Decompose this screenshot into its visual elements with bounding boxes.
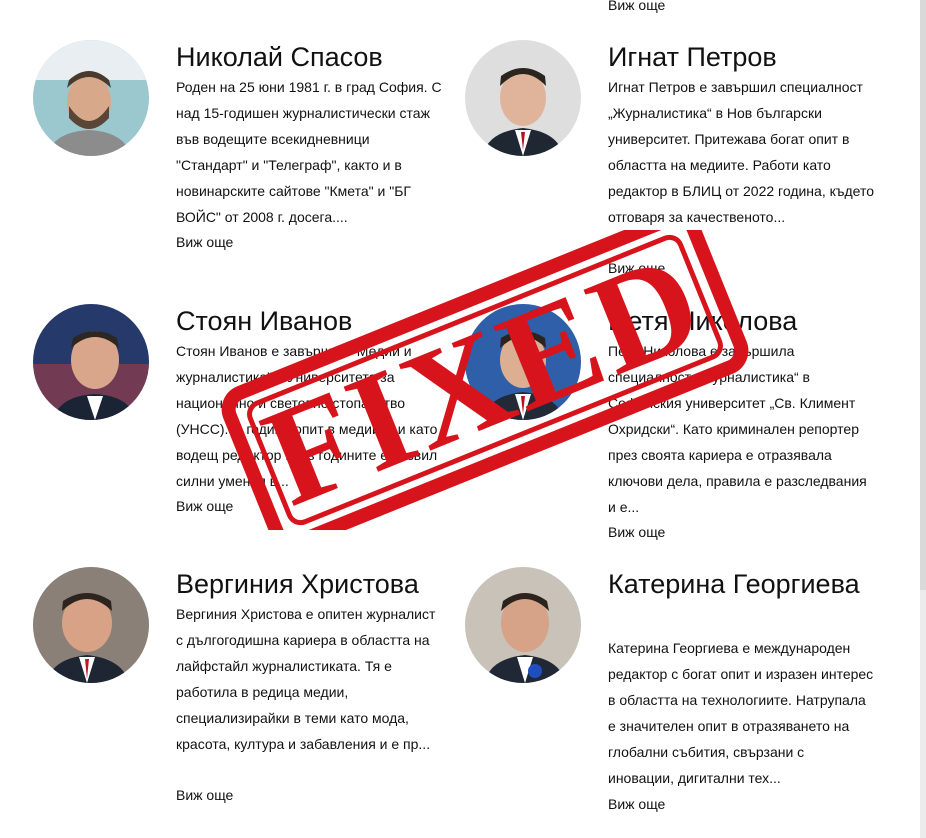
person-photo-icon <box>465 567 581 683</box>
author-bio: Стоян Иванов е завършил "Медии и журнали… <box>176 343 438 489</box>
author-avatar[interactable] <box>465 304 581 420</box>
author-name[interactable]: Петя Николова <box>608 304 797 338</box>
person-photo-icon <box>33 304 149 420</box>
scrollbar[interactable] <box>920 0 926 838</box>
author-avatar[interactable] <box>465 40 581 156</box>
see-more-link[interactable]: Виж още <box>608 0 665 14</box>
see-more-link[interactable]: Виж още <box>608 794 665 814</box>
see-more-link[interactable]: Виж още <box>608 522 665 542</box>
author-name[interactable]: Катерина Георгиева <box>608 567 868 601</box>
see-more-link[interactable]: Виж още <box>176 232 233 252</box>
person-photo-icon <box>33 567 149 683</box>
author-bio: Вергиния Христова е опитен журналист с д… <box>176 606 436 752</box>
person-photo-icon <box>33 40 149 156</box>
author-avatar[interactable] <box>33 567 149 683</box>
author-bio: Роден на 25 юни 1981 г. в град София. С … <box>176 79 442 225</box>
see-more-link[interactable]: Виж още <box>608 258 665 278</box>
see-more-link[interactable]: Виж още <box>176 496 233 516</box>
person-photo-icon <box>465 304 581 420</box>
see-more-link[interactable]: Виж още <box>176 785 233 805</box>
author-name[interactable]: Стоян Иванов <box>176 304 352 338</box>
author-name[interactable]: Вергиния Христова <box>176 567 419 601</box>
author-avatar[interactable] <box>465 567 581 683</box>
author-name[interactable]: Николай Спасов <box>176 40 383 74</box>
author-avatar[interactable] <box>33 40 149 156</box>
author-bio: Катерина Георгиева е международен редакт… <box>608 640 874 786</box>
author-avatar[interactable] <box>33 304 149 420</box>
author-bio: Игнат Петров е завършил специалност „Жур… <box>608 79 875 225</box>
scrollbar-thumb[interactable] <box>920 0 926 590</box>
person-photo-icon <box>465 40 581 156</box>
author-name[interactable]: Игнат Петров <box>608 40 777 74</box>
author-bio: Петя Николова е завършила специалност „Ж… <box>608 343 867 515</box>
